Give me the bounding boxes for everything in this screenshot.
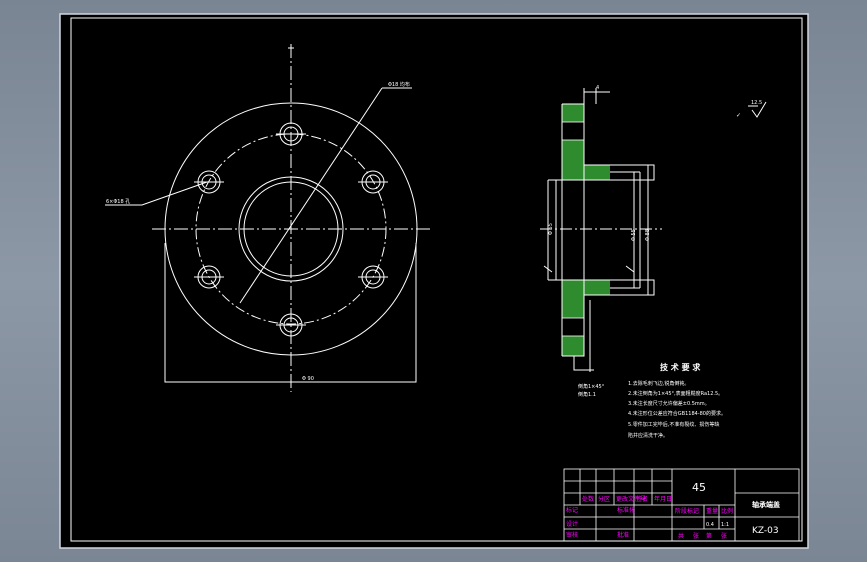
top-small-dim-label: 4	[596, 85, 599, 91]
tech-req-item: 2.未注倒角为1×45°,表面粗糙度Ra12.5。	[628, 390, 723, 397]
tb-weight: 0.4	[706, 522, 714, 528]
tech-req-item: 4.未注形位公差应符合GB1184-80的要求。	[628, 410, 726, 417]
tb-part-name: 轴承端盖	[752, 500, 780, 509]
hatch-top-flange	[562, 104, 584, 180]
tb-row-label: 设计	[566, 520, 578, 528]
tb-header-cell: 年月日	[654, 495, 672, 503]
tb-header-cell: 处数	[582, 495, 594, 503]
tech-req-item: 1.去除毛刺飞边,锐角倒钝。	[628, 380, 689, 387]
tb-material: 45	[692, 481, 706, 494]
hatch-bottom-hub	[584, 280, 610, 295]
left-dim-label: Φ 55	[548, 223, 554, 235]
tb-stage-label: 阶段标记	[675, 507, 699, 515]
tb-row-label: 标记	[566, 506, 578, 514]
tb-sheet-label: 张	[693, 532, 699, 540]
section-note-1: 倒角1×45°	[578, 383, 605, 390]
tb-sheet-label: 共	[678, 532, 684, 540]
tb-scale: 1:1	[721, 522, 729, 528]
tb-row-label: 审核	[566, 531, 578, 539]
tb-stage-label: 重量	[706, 507, 718, 515]
tb-header-cell: 签名	[636, 495, 648, 503]
right-dim-label-1: Φ 55	[631, 229, 637, 241]
hatch-top-hub	[584, 165, 610, 180]
roughness-prefix: ✓	[736, 112, 741, 119]
roughness-value: 12.5	[751, 100, 762, 106]
bolt-circle-label: Φ18 均布	[388, 81, 410, 88]
tb-sheet-label: 张	[721, 532, 727, 540]
tech-req-title: 技 术 要 求	[660, 362, 701, 372]
right-dim-label-2: Φ 88	[645, 229, 651, 241]
tb-sheet-label: 第	[706, 532, 712, 540]
drawing-sheet	[59, 13, 809, 549]
cad-drawing: Φ18 均布 6×Φ18 孔 Φ 90 4 Φ 55 Φ 55 Φ 88 倒角1…	[59, 13, 809, 549]
tb-approve: 批准	[617, 531, 629, 539]
tb-stage-label: 比例	[721, 507, 733, 515]
tech-req-item: 陷并应清洗干净。	[628, 432, 668, 439]
tb-header-cell: 分区	[598, 495, 610, 503]
tb-drawing-no: KZ-03	[752, 526, 779, 536]
tb-standardize: 标准化	[617, 506, 635, 514]
section-note-2: 倒角1.1	[578, 391, 596, 398]
section-hole-top	[561, 121, 585, 141]
hole-callout-label: 6×Φ18 孔	[106, 198, 130, 205]
bottom-dim-label: Φ 90	[302, 376, 314, 382]
tech-req-item: 5.零件加工完毕后,不准有裂纹、损伤等缺	[628, 421, 719, 428]
tech-req-item: 3.未注长度尺寸允许偏差±0.5mm。	[628, 400, 710, 407]
section-hole-bottom	[561, 317, 585, 337]
